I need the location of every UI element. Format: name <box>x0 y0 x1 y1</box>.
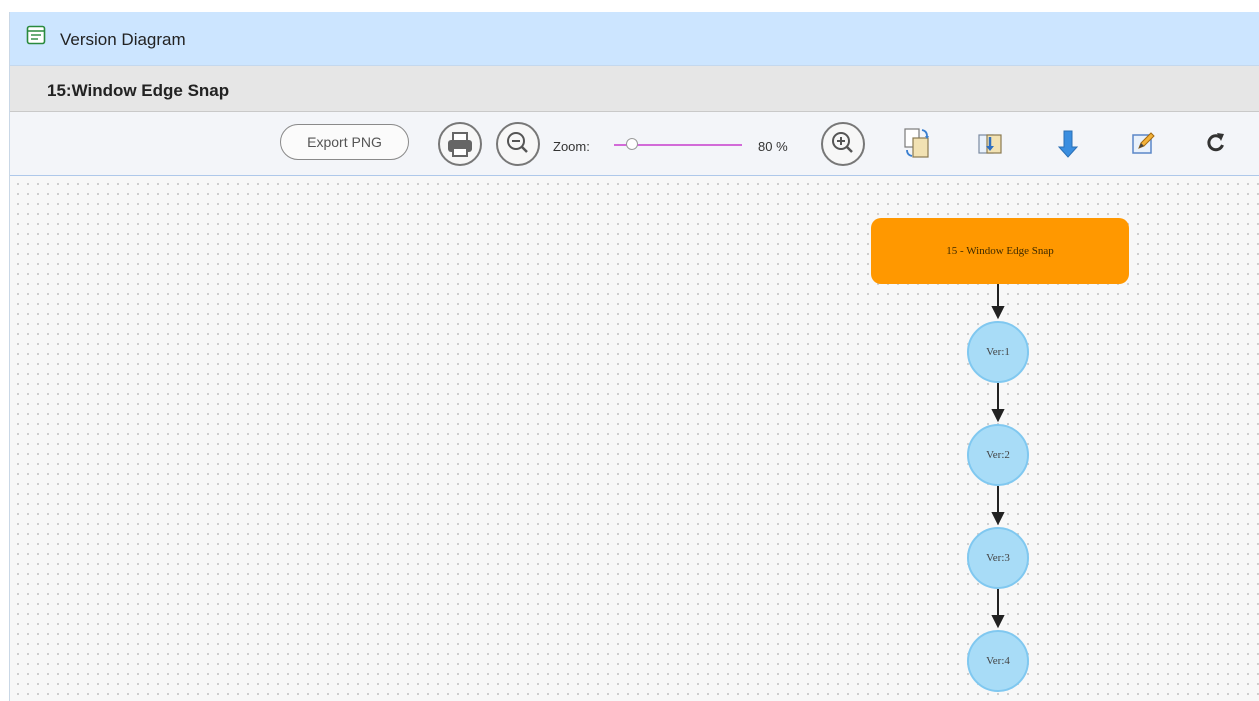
refresh-icon <box>1207 133 1224 152</box>
export-png-button[interactable]: Export PNG <box>280 124 409 160</box>
zoom-value: 80 % <box>758 139 788 154</box>
diagram-subtitle: 15:Window Edge Snap <box>47 81 230 100</box>
version-diagram-window: Version Diagram 15:Window Edge Snap Expo… <box>0 0 1259 701</box>
zoom-label: Zoom: <box>553 139 590 154</box>
edge-ver2-to-ver3 <box>991 486 1005 526</box>
diagram-canvas[interactable]: 15 - Window Edge Snap Ver:1 Ver:2 Ver:3 … <box>10 176 1259 701</box>
download-arrow-icon <box>1057 130 1079 158</box>
download-button[interactable] <box>1055 126 1085 160</box>
zoom-in-button[interactable] <box>821 122 865 166</box>
zoom-slider-thumb[interactable] <box>625 138 638 150</box>
copy-compare-icon <box>904 128 929 158</box>
zoom-in-icon <box>832 132 853 153</box>
edge-ver3-to-ver4 <box>991 589 1005 629</box>
version-node-2[interactable]: Ver:2 <box>967 424 1029 486</box>
print-button[interactable] <box>438 122 482 166</box>
page-import-button[interactable] <box>975 126 1005 160</box>
root-node[interactable]: 15 - Window Edge Snap <box>871 218 1129 284</box>
page-import-icon <box>978 134 1002 154</box>
zoom-out-button[interactable] <box>496 122 540 166</box>
version-node-3[interactable]: Ver:3 <box>967 527 1029 589</box>
version-node-1[interactable]: Ver:1 <box>967 321 1029 383</box>
zoom-slider[interactable] <box>610 134 742 154</box>
diagram-toolbar: Export PNG Zoom: 80 % <box>10 112 1259 176</box>
print-icon <box>448 132 472 157</box>
window-title: Version Diagram <box>60 30 186 49</box>
version-node-4[interactable]: Ver:4 <box>967 630 1029 692</box>
document-list-icon <box>26 25 46 50</box>
refresh-button[interactable] <box>1200 126 1230 160</box>
zoom-out-icon <box>507 132 528 153</box>
diagram-header: 15:Window Edge Snap <box>10 66 1259 112</box>
edge-root-to-ver1 <box>991 284 1005 320</box>
title-bar: Version Diagram <box>10 12 1259 66</box>
edge-ver1-to-ver2 <box>991 383 1005 423</box>
edit-button[interactable] <box>1128 126 1158 160</box>
edit-pencil-icon <box>1132 132 1155 154</box>
copy-compare-button[interactable] <box>902 126 932 160</box>
